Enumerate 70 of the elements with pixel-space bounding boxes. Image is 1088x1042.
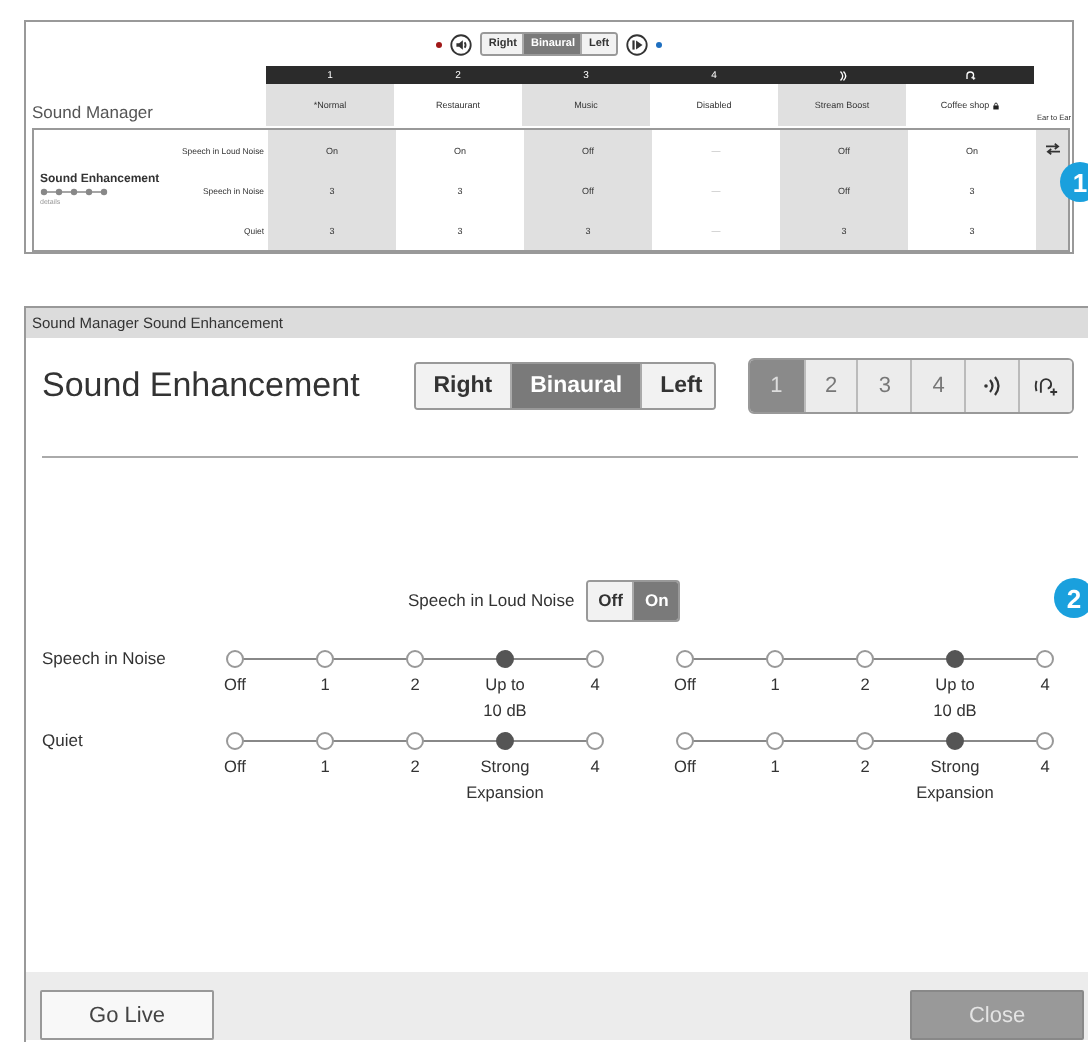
slider-stop[interactable] bbox=[316, 650, 334, 668]
slider-stop[interactable] bbox=[406, 732, 424, 750]
stop-label: Up to 10 dB bbox=[483, 672, 527, 724]
slider-stop[interactable] bbox=[406, 650, 424, 668]
stop-label: Strong Expansion bbox=[916, 754, 994, 806]
slider-track[interactable]: Off 1 2 Strong Expansion 4 bbox=[640, 730, 1088, 806]
slider-stop[interactable] bbox=[316, 732, 334, 750]
slider-stop[interactable] bbox=[856, 732, 874, 750]
swap-icon[interactable] bbox=[1043, 142, 1061, 156]
slider-label: Quiet bbox=[40, 730, 85, 750]
panel-title: Sound Manager bbox=[32, 102, 153, 126]
slider-label: Speech in Noise bbox=[40, 648, 168, 668]
levels-drawing bbox=[40, 188, 108, 196]
stop-label: 4 bbox=[1040, 672, 1050, 698]
stop-label: 2 bbox=[410, 672, 420, 698]
slider-stop[interactable] bbox=[1036, 732, 1054, 750]
ear-tab[interactable]: Binaural bbox=[510, 364, 641, 408]
program-tab[interactable]: 3 bbox=[856, 360, 911, 412]
program-tab[interactable]: 2 bbox=[803, 360, 857, 412]
callout-badge: 2 bbox=[1054, 578, 1088, 618]
stop-label: 2 bbox=[860, 754, 870, 780]
slider-stop[interactable] bbox=[586, 650, 604, 668]
slider-stop[interactable] bbox=[676, 732, 694, 750]
slider-thumb[interactable] bbox=[946, 732, 964, 750]
stop-label: 4 bbox=[590, 754, 600, 780]
stop-label: 2 bbox=[860, 672, 870, 698]
toggle-option[interactable]: Off bbox=[588, 581, 633, 619]
play-icon[interactable] bbox=[625, 33, 648, 55]
go-live-button[interactable]: Go Live bbox=[40, 990, 214, 1040]
speaker-icon[interactable] bbox=[450, 33, 473, 55]
stop-label: 1 bbox=[320, 672, 330, 698]
stop-label: 4 bbox=[1040, 754, 1050, 780]
stream-tab[interactable] bbox=[964, 360, 1019, 412]
stop-label: Strong Expansion bbox=[466, 754, 544, 806]
stop-label: 1 bbox=[320, 754, 330, 780]
slider-stop[interactable] bbox=[226, 650, 244, 668]
stop-label: 4 bbox=[590, 672, 600, 698]
stream-icon bbox=[980, 374, 1005, 398]
stop-label: Off bbox=[224, 754, 246, 780]
stop-label: 1 bbox=[770, 672, 780, 698]
ear-tab[interactable]: Left bbox=[640, 364, 714, 408]
lock-icon bbox=[991, 101, 1000, 109]
right-ear-dot-icon bbox=[436, 41, 443, 47]
stream-icon bbox=[836, 69, 848, 81]
stop-label: Up to 10 dB bbox=[933, 672, 977, 724]
stop-label: Off bbox=[674, 754, 696, 780]
slider-stop[interactable] bbox=[676, 650, 694, 668]
toggle-label: Speech in Loud Noise bbox=[408, 590, 575, 610]
slider-track[interactable]: Off 1 2 Up to 10 dB 4 bbox=[190, 648, 640, 724]
stop-label: Off bbox=[224, 672, 246, 698]
slider-stop[interactable] bbox=[586, 732, 604, 750]
slider-track[interactable]: Off 1 2 Up to 10 dB 4 bbox=[640, 648, 1088, 724]
ear-program-tab[interactable] bbox=[1018, 360, 1072, 412]
toggle-option[interactable]: On bbox=[632, 581, 679, 619]
dialog-heading: Sound Enhancement bbox=[42, 366, 362, 406]
stop-label: 2 bbox=[410, 754, 420, 780]
program-tab[interactable]: 4 bbox=[910, 360, 965, 412]
slider-stop[interactable] bbox=[1036, 650, 1054, 668]
stop-label: 1 bbox=[770, 754, 780, 780]
slider-thumb[interactable] bbox=[496, 732, 514, 750]
slider-thumb[interactable] bbox=[496, 650, 514, 668]
slider-stop[interactable] bbox=[856, 650, 874, 668]
slider-thumb[interactable] bbox=[946, 650, 964, 668]
left-ear-dot-icon bbox=[655, 41, 662, 47]
slider-stop[interactable] bbox=[766, 650, 784, 668]
slider-track[interactable]: Off 1 2 Strong Expansion 4 bbox=[190, 730, 640, 806]
slider-stop[interactable] bbox=[766, 732, 784, 750]
ear-tab[interactable]: Right bbox=[415, 364, 511, 408]
slider-stop[interactable] bbox=[226, 732, 244, 750]
stop-label: Off bbox=[674, 672, 696, 698]
